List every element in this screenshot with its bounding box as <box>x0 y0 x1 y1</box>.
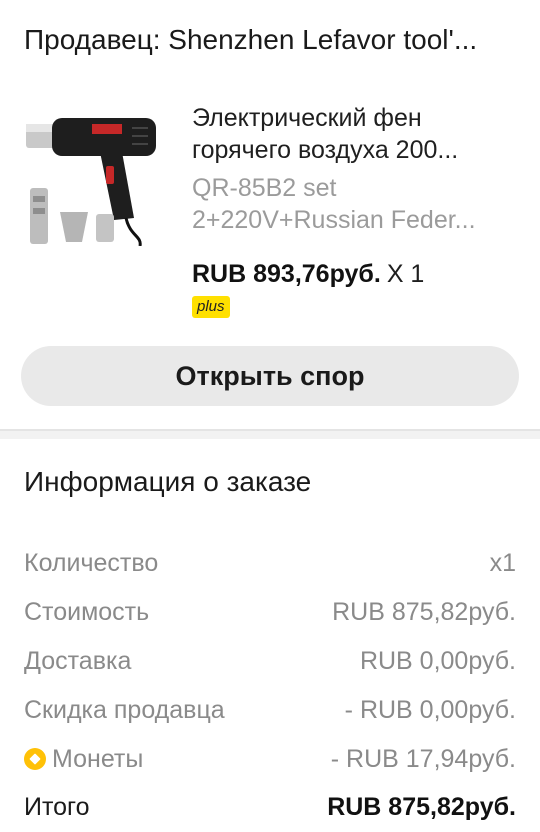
order-row-label: Количество <box>24 548 159 577</box>
open-dispute-button[interactable]: Открыть спор <box>21 346 519 406</box>
order-row-value: RUB 0,00руб. <box>359 646 516 675</box>
product-quantity: X 1 <box>386 260 425 288</box>
product-price-row: RUB 893,76руб. X 1 <box>192 256 424 292</box>
order-row-seller-discount: Скидка продавца - RUB 0,00руб. <box>24 692 516 728</box>
order-row-cost: Стоимость RUB 875,82руб. <box>24 594 516 630</box>
product-price: RUB 893,76руб. <box>192 260 381 288</box>
order-total-value: RUB 875,82руб. <box>327 792 516 821</box>
order-row-shipping: Доставка RUB 0,00руб. <box>24 643 516 679</box>
order-row-label: Доставка <box>24 646 132 675</box>
order-row-label: Итого <box>24 792 90 821</box>
order-row-label: Стоимость <box>24 597 150 626</box>
order-row-value: x1 <box>489 548 516 577</box>
order-row-total: Итого RUB 875,82руб. <box>24 789 516 825</box>
order-row-value: - RUB 0,00руб. <box>344 695 516 724</box>
section-divider <box>0 429 540 439</box>
order-info-title: Информация о заказе <box>24 466 312 497</box>
product-card[interactable]: Электрический фен горячего воздуха 200..… <box>0 90 540 330</box>
order-row-label: Монеты <box>24 745 143 774</box>
order-row-coins: Монеты - RUB 17,94руб. <box>24 741 516 777</box>
product-variant: QR-85B2 set 2+220V+Russian Feder... <box>192 174 476 234</box>
order-row-value: RUB 875,82руб. <box>332 597 516 626</box>
coin-icon <box>24 748 46 770</box>
coins-label: Монеты <box>52 744 144 773</box>
seller-name[interactable]: Продавец: Shenzhen Lefavor tool'... <box>24 18 524 62</box>
product-image[interactable] <box>22 96 162 246</box>
product-title[interactable]: Электрический фен горячего воздуха 200..… <box>192 102 512 166</box>
plus-badge: plus <box>192 296 230 318</box>
order-row-quantity: Количество x1 <box>24 545 516 581</box>
order-row-label: Скидка продавца <box>24 695 225 724</box>
order-row-value: - RUB 17,94руб. <box>330 744 516 773</box>
